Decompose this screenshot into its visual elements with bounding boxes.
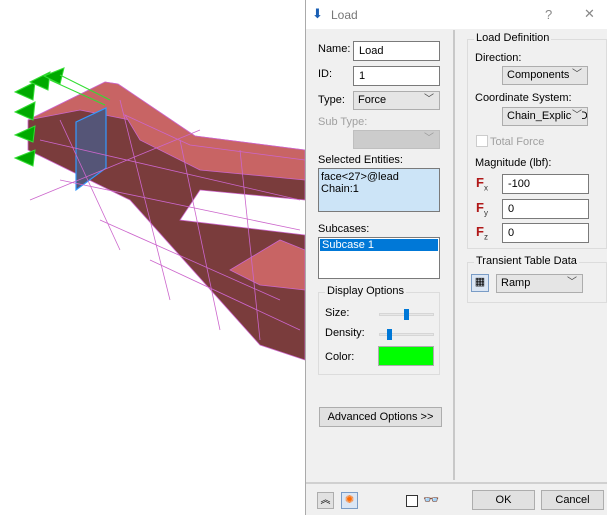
density-label: Density: [325,327,365,339]
chevron-down-icon: ﹀ [572,69,582,80]
title-bar: ⬇ Load ? ✕ [306,0,607,29]
load-definition-title: Load Definition [474,32,552,44]
fx-label: Fx [476,175,488,193]
display-options-group: Display Options Size: Density: Color: [318,285,440,375]
highlight-icon[interactable]: ✺ [341,492,358,509]
footer-separator [306,482,607,484]
direction-label: Direction: [475,52,522,64]
transient-table-title: Transient Table Data [474,255,579,267]
fy-input[interactable]: 0 [502,199,589,219]
model-viewport[interactable] [0,0,305,515]
list-item[interactable]: face<27>@lead Chain:1 [321,171,437,195]
chevron-down-icon: ﹀ [424,133,434,144]
total-force-checkbox [476,135,488,147]
selected-entities-label: Selected Entities: [318,154,403,166]
table-editor-icon[interactable]: ▦ [471,274,489,292]
close-button[interactable]: ✕ [584,6,595,22]
load-dialog: ⬇ Load ? ✕ Name: Load ID: 1 Type: Force ﹀… [305,0,607,515]
type-value: Force [358,94,387,106]
fz-label: Fz [476,224,488,242]
collapse-button[interactable]: ︽ [317,492,334,509]
direction-select[interactable]: Components ﹀ [502,66,588,85]
advanced-options-button[interactable]: Advanced Options >> [319,407,442,427]
chevron-down-icon: ﹀ [567,277,577,288]
coordinate-system-select[interactable]: Chain_Explicit D ﹀ [502,107,588,126]
fz-input[interactable]: 0 [502,223,589,243]
total-force-label: Total Force [490,136,545,148]
id-label: ID: [318,68,333,80]
chevron-down-icon: ﹀ [424,94,434,105]
size-label: Size: [325,307,350,319]
cancel-button[interactable]: Cancel [541,490,604,510]
type-select[interactable]: Force ﹀ [353,91,440,110]
transient-select[interactable]: Ramp ﹀ [496,274,583,293]
panel-divider [453,30,455,480]
preview-checkbox[interactable] [406,495,418,507]
selected-entities-list[interactable]: face<27>@lead Chain:1 [318,168,440,212]
chevron-down-icon: ﹀ [572,109,582,122]
subcases-label: Subcases: [318,223,370,235]
display-options-title: Display Options [325,285,407,297]
load-app-icon: ⬇ [312,6,323,21]
subcases-list[interactable]: Subcase 1 [318,237,440,279]
dialog-title: Load [331,8,358,22]
ok-button[interactable]: OK [472,490,535,510]
size-slider-thumb[interactable] [404,309,409,320]
fx-input[interactable]: -100 [502,174,589,194]
mesh-model [27,81,305,361]
type-label: Type: [318,94,345,106]
name-input[interactable]: Load [353,41,440,61]
list-item[interactable]: Subcase 1 [320,239,438,251]
subtype-select: ﹀ [353,130,440,149]
coordinate-system-label: Coordinate System: [475,92,572,104]
id-input[interactable]: 1 [353,66,440,86]
density-slider-thumb[interactable] [386,329,392,340]
glasses-icon: 👓 [423,492,440,507]
magnitude-label: Magnitude (lbf): [475,157,552,169]
help-button[interactable]: ? [545,7,552,22]
color-label: Color: [325,351,355,363]
subtype-label: Sub Type: [318,116,368,128]
color-swatch-button[interactable] [378,346,434,366]
name-label: Name: [318,43,351,55]
fy-label: Fy [476,200,488,218]
